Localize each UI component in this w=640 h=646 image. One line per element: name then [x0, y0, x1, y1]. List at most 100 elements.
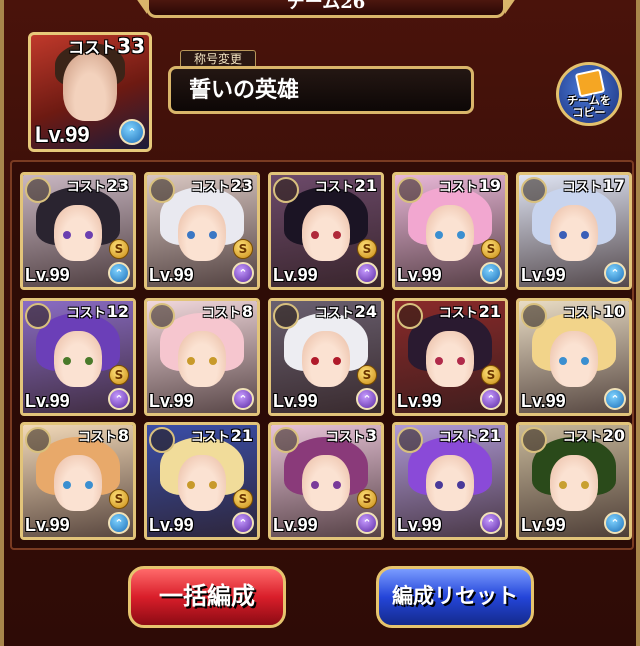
- leader-portrait-face: [63, 53, 117, 121]
- rank-up-icon: ⌃: [480, 262, 502, 284]
- rank-up-icon: ⌃: [604, 512, 626, 534]
- rank-up-icon: ⌃: [356, 512, 378, 534]
- member-cost: コスト24: [315, 303, 377, 323]
- rank-up-icon: ⌃: [108, 388, 130, 410]
- member-card[interactable]: コスト21 S Lv.99 ⌃: [144, 422, 260, 540]
- member-card[interactable]: コスト19 S Lv.99 ⌃: [392, 172, 508, 290]
- s-rank-icon: S: [357, 489, 377, 509]
- member-level: Lv.99: [149, 265, 194, 285]
- class-emblem-icon: [521, 427, 547, 453]
- member-level: Lv.99: [273, 391, 318, 411]
- class-emblem-icon: [149, 427, 175, 453]
- member-card[interactable]: コスト8 S Lv.99 ⌃: [20, 422, 136, 540]
- member-card[interactable]: コスト21 Lv.99 ⌃: [392, 422, 508, 540]
- member-cost-value: 21: [354, 176, 377, 195]
- member-cost-label: コスト: [438, 180, 478, 195]
- class-emblem-icon: [25, 177, 51, 203]
- leader-cost-value: 33: [117, 34, 145, 58]
- member-cost-label: コスト: [66, 306, 106, 321]
- member-cost-value: 21: [478, 302, 501, 321]
- class-emblem-icon: [149, 177, 175, 203]
- copy-team-button[interactable]: チームを コピー: [556, 62, 622, 126]
- character-eyes: [63, 231, 93, 239]
- member-card[interactable]: コスト23 S Lv.99 ⌃: [20, 172, 136, 290]
- member-card[interactable]: コスト3 S Lv.99 ⌃: [268, 422, 384, 540]
- member-cost-value: 10: [602, 302, 625, 321]
- rank-up-icon: ⌃: [480, 512, 502, 534]
- leader-cost: コスト33: [68, 34, 145, 58]
- class-emblem-icon: [397, 427, 423, 453]
- s-rank-icon: S: [357, 239, 377, 259]
- member-level: Lv.99: [397, 515, 442, 535]
- formation-reset-button[interactable]: 編成リセット: [376, 566, 534, 628]
- rank-up-icon: ⌃: [356, 388, 378, 410]
- rank-up-icon: ⌃: [232, 262, 254, 284]
- member-card[interactable]: コスト21 S Lv.99 ⌃: [268, 172, 384, 290]
- team-title: チーム26: [146, 0, 506, 18]
- class-emblem-icon: [273, 177, 299, 203]
- member-card[interactable]: コスト20 Lv.99 ⌃: [516, 422, 632, 540]
- rank-up-icon: ⌃: [108, 512, 130, 534]
- member-cost: コスト20: [563, 427, 625, 447]
- member-card[interactable]: コスト23 S Lv.99 ⌃: [144, 172, 260, 290]
- character-eyes: [311, 357, 341, 365]
- member-level: Lv.99: [521, 515, 566, 535]
- member-card[interactable]: コスト24 S Lv.99 ⌃: [268, 298, 384, 416]
- member-cost-value: 23: [106, 176, 129, 195]
- s-rank-icon: S: [357, 365, 377, 385]
- member-cost: コスト23: [191, 177, 253, 197]
- member-card[interactable]: コスト12 S Lv.99 ⌃: [20, 298, 136, 416]
- member-cost-value: 12: [106, 302, 129, 321]
- member-cost-label: コスト: [438, 430, 478, 445]
- member-level: Lv.99: [25, 265, 70, 285]
- member-cost: コスト23: [67, 177, 129, 197]
- class-emblem-icon: [397, 177, 423, 203]
- member-cost: コスト3: [326, 427, 377, 447]
- s-rank-icon: S: [233, 239, 253, 259]
- character-eyes: [559, 231, 589, 239]
- member-level: Lv.99: [273, 515, 318, 535]
- rank-up-icon: ⌃: [108, 262, 130, 284]
- s-rank-icon: S: [481, 239, 501, 259]
- member-card[interactable]: コスト10 Lv.99 ⌃: [516, 298, 632, 416]
- class-emblem-icon: [25, 427, 51, 453]
- class-emblem-icon: [273, 303, 299, 329]
- member-level: Lv.99: [25, 515, 70, 535]
- rank-up-icon: ⌃: [604, 388, 626, 410]
- rank-up-icon: ⌃: [119, 119, 145, 145]
- member-cost-label: コスト: [201, 306, 241, 321]
- member-level: Lv.99: [25, 391, 70, 411]
- member-cost-label: コスト: [77, 430, 117, 445]
- class-emblem-icon: [25, 303, 51, 329]
- character-eyes: [63, 481, 93, 489]
- title-plate[interactable]: 誓いの英雄: [168, 66, 474, 114]
- leader-cost-label: コスト: [68, 38, 117, 57]
- member-level: Lv.99: [149, 515, 194, 535]
- character-eyes: [435, 481, 465, 489]
- member-cost: コスト21: [439, 427, 501, 447]
- leader-card[interactable]: コスト33 Lv.99 ⌃: [28, 32, 152, 152]
- member-cost-value: 21: [230, 426, 253, 445]
- s-rank-icon: S: [109, 239, 129, 259]
- bulk-formation-button[interactable]: 一括編成: [128, 566, 286, 628]
- member-card[interactable]: コスト17 Lv.99 ⌃: [516, 172, 632, 290]
- member-cost: コスト17: [563, 177, 625, 197]
- member-cost-label: コスト: [562, 180, 602, 195]
- team-edit-screen: チーム26 コスト33 Lv.99 ⌃ 称号変更 誓いの英雄 チームを コピー …: [0, 0, 640, 646]
- class-emblem-icon: [149, 303, 175, 329]
- member-card[interactable]: コスト8 Lv.99 ⌃: [144, 298, 260, 416]
- member-card[interactable]: コスト21 S Lv.99 ⌃: [392, 298, 508, 416]
- rank-up-icon: ⌃: [232, 512, 254, 534]
- character-eyes: [187, 481, 217, 489]
- character-eyes: [435, 231, 465, 239]
- rank-up-icon: ⌃: [356, 262, 378, 284]
- copy-label-line2: コピー: [572, 106, 606, 119]
- member-cost: コスト8: [78, 427, 129, 447]
- s-rank-icon: S: [109, 489, 129, 509]
- character-eyes: [311, 481, 341, 489]
- member-cost-label: コスト: [562, 306, 602, 321]
- character-eyes: [559, 481, 589, 489]
- member-cost-value: 17: [602, 176, 625, 195]
- member-cost: コスト21: [191, 427, 253, 447]
- class-emblem-icon: [397, 303, 423, 329]
